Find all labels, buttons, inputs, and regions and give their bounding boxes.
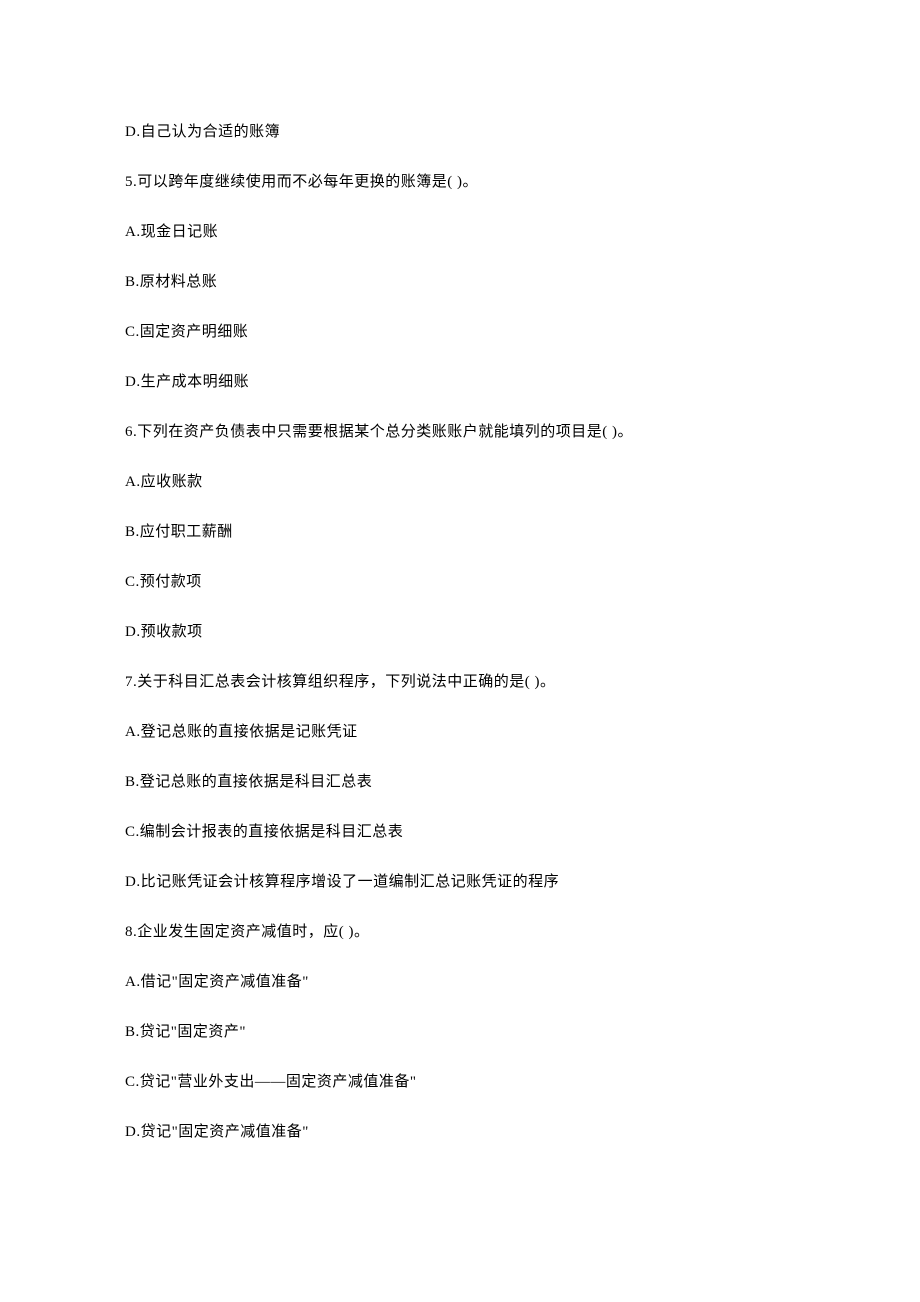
option-line: A.登记总账的直接依据是记账凭证 (125, 720, 795, 744)
option-line: A.应收账款 (125, 470, 795, 494)
option-line: A.借记"固定资产减值准备" (125, 970, 795, 994)
option-line: D.贷记"固定资产减值准备" (125, 1120, 795, 1144)
question-line: 6.下列在资产负债表中只需要根据某个总分类账账户就能填列的项目是( )。 (125, 420, 795, 444)
option-line: D.自己认为合适的账簿 (125, 120, 795, 144)
option-line: B.登记总账的直接依据是科目汇总表 (125, 770, 795, 794)
option-line: A.现金日记账 (125, 220, 795, 244)
question-line: 8.企业发生固定资产减值时，应( )。 (125, 920, 795, 944)
option-line: C.贷记"营业外支出——固定资产减值准备" (125, 1070, 795, 1094)
option-line: B.贷记"固定资产" (125, 1020, 795, 1044)
option-line: D.生产成本明细账 (125, 370, 795, 394)
option-line: C.固定资产明细账 (125, 320, 795, 344)
option-line: B.应付职工薪酬 (125, 520, 795, 544)
option-line: C.编制会计报表的直接依据是科目汇总表 (125, 820, 795, 844)
question-line: 5.可以跨年度继续使用而不必每年更换的账簿是( )。 (125, 170, 795, 194)
option-line: C.预付款项 (125, 570, 795, 594)
option-line: D.预收款项 (125, 620, 795, 644)
question-line: 7.关于科目汇总表会计核算组织程序，下列说法中正确的是( )。 (125, 670, 795, 694)
option-line: B.原材料总账 (125, 270, 795, 294)
option-line: D.比记账凭证会计核算程序增设了一道编制汇总记账凭证的程序 (125, 870, 795, 894)
